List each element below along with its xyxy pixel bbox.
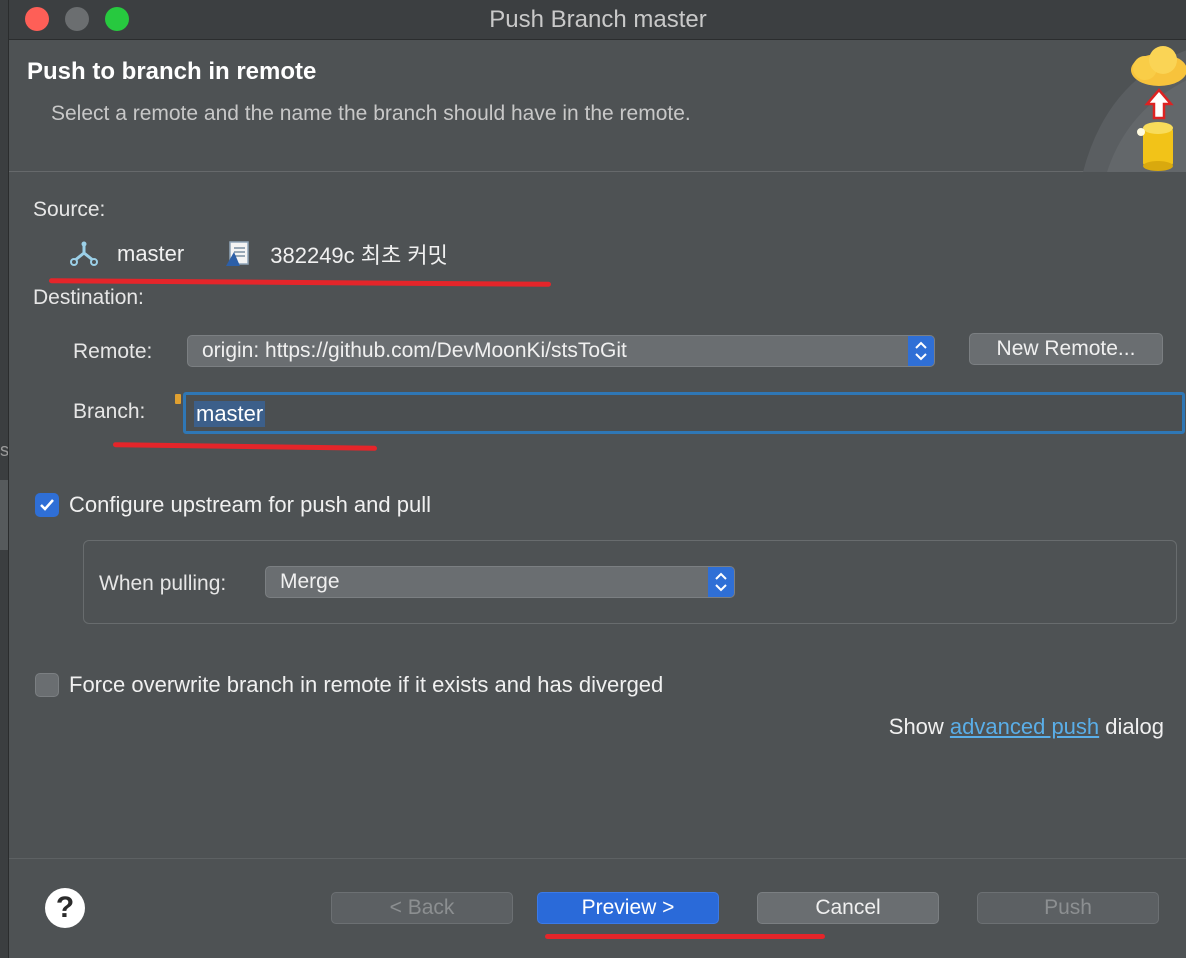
push-branch-dialog: Push Branch master Push to branch in rem… xyxy=(8,0,1186,958)
when-pulling-value: Merge xyxy=(280,570,340,593)
advanced-suffix: dialog xyxy=(1099,714,1164,739)
header-title: Push to branch in remote xyxy=(27,58,317,85)
advanced-push-line: Show advanced push dialog xyxy=(889,714,1164,740)
branch-label: Branch: xyxy=(73,400,146,423)
annotation-underline-branch xyxy=(112,442,378,451)
source-commit-text: 382249c 최초 커밋 xyxy=(270,243,448,268)
source-label: Source: xyxy=(33,198,106,221)
background-window-strip: s xyxy=(0,0,9,958)
source-branch-name: master xyxy=(117,241,185,266)
window-title: Push Branch master xyxy=(489,6,707,33)
push-button[interactable]: Push xyxy=(977,892,1159,924)
branch-input[interactable]: master xyxy=(183,392,1185,434)
force-overwrite-label[interactable]: Force overwrite branch in remote if it e… xyxy=(69,672,663,698)
when-pulling-select[interactable]: Merge xyxy=(265,566,735,598)
configure-upstream-checkbox[interactable] xyxy=(35,493,59,517)
source-branch: master xyxy=(69,241,184,267)
when-pulling-label: When pulling: xyxy=(99,572,227,595)
back-button[interactable]: < Back xyxy=(331,892,513,924)
remote-select-arrows xyxy=(908,336,934,366)
cloud-push-icon xyxy=(1083,46,1186,172)
remote-select-value: origin: https://github.com/DevMoonKi/sts… xyxy=(202,339,627,362)
force-overwrite-checkbox[interactable] xyxy=(35,673,59,697)
background-bar xyxy=(0,480,8,550)
commit-icon xyxy=(226,241,249,266)
cancel-button[interactable]: Cancel xyxy=(757,892,939,924)
checkmark-icon xyxy=(40,499,54,511)
when-pulling-arrows xyxy=(708,567,734,597)
remote-label: Remote: xyxy=(73,340,153,363)
configure-upstream-label[interactable]: Configure upstream for push and pull xyxy=(69,492,431,518)
annotation-underline-preview xyxy=(545,934,825,939)
header-subtitle: Select a remote and the name the branch … xyxy=(51,102,691,125)
remote-select[interactable]: origin: https://github.com/DevMoonKi/sts… xyxy=(187,335,935,367)
destination-label: Destination: xyxy=(33,286,144,309)
new-remote-button[interactable]: New Remote... xyxy=(969,333,1163,365)
branch-icon xyxy=(70,241,98,266)
preview-button[interactable]: Preview > xyxy=(537,892,719,924)
chevron-updown-icon xyxy=(915,341,927,361)
title-bar: Push Branch master xyxy=(9,0,1186,40)
dialog-header: Push to branch in remote Select a remote… xyxy=(9,40,1186,172)
branch-input-value: master xyxy=(194,401,266,427)
advanced-prefix: Show xyxy=(888,714,950,739)
help-icon[interactable]: ? xyxy=(45,888,85,928)
source-row: master 382249c 최초 커밋 xyxy=(69,236,488,272)
chevron-updown-icon xyxy=(715,572,727,592)
footer-separator xyxy=(9,858,1186,859)
content-assist-icon xyxy=(175,394,181,404)
advanced-push-link[interactable]: advanced push xyxy=(950,714,1099,739)
source-commit: 382249c 최초 커밋 xyxy=(224,238,448,270)
